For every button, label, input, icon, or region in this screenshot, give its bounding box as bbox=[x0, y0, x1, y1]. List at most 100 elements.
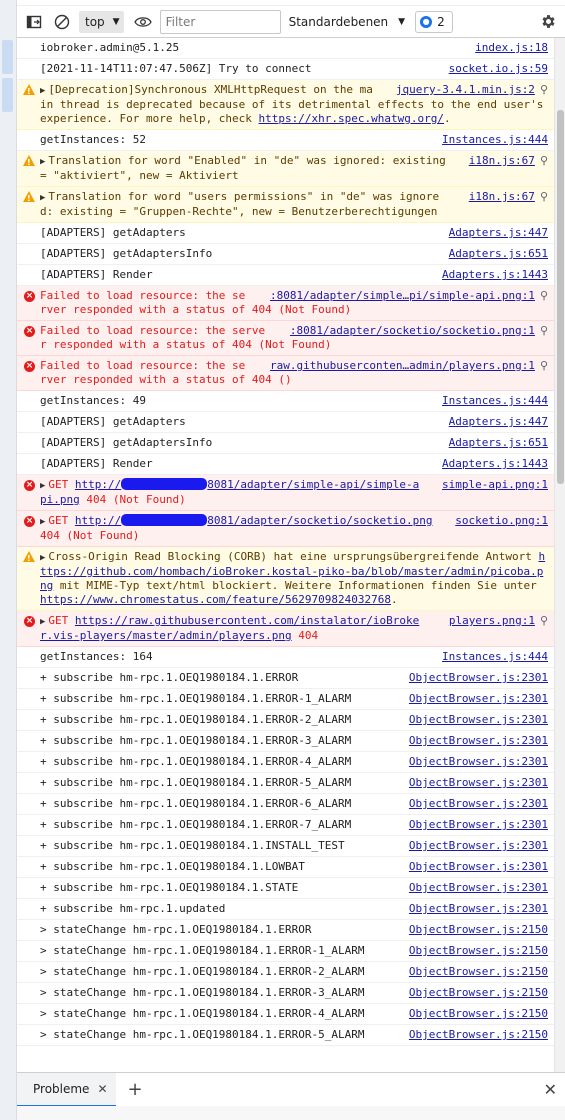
expand-arrow-icon[interactable]: ▶ bbox=[40, 157, 45, 167]
message-body: > stateChange hm-rpc.1.OEQ1980184.1.ERRO… bbox=[40, 944, 365, 957]
search-icon[interactable]: ⚲ bbox=[540, 190, 548, 204]
issues-button[interactable]: ● 2 bbox=[415, 10, 453, 33]
source-link[interactable]: ObjectBrowser.js:2150 bbox=[409, 1028, 548, 1042]
source-link[interactable]: Adapters.js:1443 bbox=[442, 457, 548, 471]
log-levels-dropdown[interactable]: Standardebenen ▼ bbox=[289, 15, 406, 29]
message-body: GET bbox=[48, 514, 75, 527]
source-link[interactable]: ObjectBrowser.js:2301 bbox=[409, 902, 548, 916]
source-link[interactable]: ObjectBrowser.js:2301 bbox=[409, 671, 548, 685]
source-link[interactable]: ObjectBrowser.js:2301 bbox=[409, 839, 548, 853]
source-link[interactable]: socket.io.js:59 bbox=[449, 62, 548, 76]
source-link[interactable]: Instances.js:444 bbox=[442, 650, 548, 664]
source-link[interactable]: ObjectBrowser.js:2301 bbox=[409, 860, 548, 874]
message-text: + subscribe hm-rpc.1.OEQ1980184.1.LOWBAT bbox=[40, 860, 305, 873]
expand-arrow-icon[interactable]: ▶ bbox=[40, 86, 45, 96]
source-link[interactable]: jquery-3.4.1.min.js:2 bbox=[396, 83, 535, 97]
search-icon[interactable]: ⚲ bbox=[540, 614, 548, 628]
message-suffix: . bbox=[443, 112, 451, 125]
source-link[interactable]: ObjectBrowser.js:2301 bbox=[409, 692, 548, 706]
expand-arrow-icon[interactable]: ▶ bbox=[40, 481, 45, 491]
search-icon[interactable]: ⚲ bbox=[540, 154, 548, 168]
source-location: simple-api.png:1 bbox=[430, 478, 548, 492]
scrollbar-thumb[interactable] bbox=[557, 110, 564, 484]
message-link[interactable]: https://xhr.spec.whatwg.org/ bbox=[259, 112, 444, 125]
search-icon[interactable]: ⚲ bbox=[540, 359, 548, 373]
source-link[interactable]: i18n.js:67 bbox=[469, 154, 535, 168]
message-body: + subscribe hm-rpc.1.OEQ1980184.1.ERROR-… bbox=[40, 776, 352, 789]
expand-arrow-icon[interactable]: ▶ bbox=[40, 193, 45, 203]
expand-arrow-icon[interactable]: ▶ bbox=[40, 517, 45, 527]
search-icon[interactable]: ⚲ bbox=[540, 83, 548, 97]
message-link[interactable]: 8081/adapter/socketio/socketio.png bbox=[207, 514, 432, 527]
search-icon[interactable]: ⚲ bbox=[540, 289, 548, 303]
message-body: > stateChange hm-rpc.1.OEQ1980184.1.ERRO… bbox=[40, 1007, 365, 1020]
source-location: Instances.js:444 bbox=[430, 394, 548, 408]
source-link[interactable]: Adapters.js:651 bbox=[449, 436, 548, 450]
error-icon: × bbox=[24, 326, 35, 337]
error-icon: × bbox=[24, 616, 35, 627]
source-location: :8081/adapter/socketio/socketio.png:1 ⚲ bbox=[278, 324, 548, 338]
message-link[interactable]: https://raw.githubusercontent.com/instal… bbox=[40, 614, 419, 642]
source-link[interactable]: ObjectBrowser.js:2150 bbox=[409, 923, 548, 937]
source-link[interactable]: ObjectBrowser.js:2150 bbox=[409, 986, 548, 1000]
console-messages: index.js:18 iobroker.admin@5.1.25 socket.i… bbox=[17, 38, 554, 1072]
message-suffix: 404 (Not Found) bbox=[79, 493, 186, 506]
source-link[interactable]: Instances.js:444 bbox=[442, 394, 548, 408]
source-link[interactable]: socketio.png:1 bbox=[455, 514, 548, 528]
source-link[interactable]: ObjectBrowser.js:2301 bbox=[409, 818, 548, 832]
source-link[interactable]: ObjectBrowser.js:2301 bbox=[409, 755, 548, 769]
console-message-warn: i18n.js:67 ⚲ ▶Translation for word "Enable… bbox=[17, 151, 554, 187]
source-link[interactable]: ObjectBrowser.js:2301 bbox=[409, 734, 548, 748]
message-text: > stateChange hm-rpc.1.OEQ1980184.1.ERRO… bbox=[40, 1007, 365, 1020]
expand-arrow-icon[interactable]: ▶ bbox=[40, 617, 45, 627]
clear-console-icon[interactable] bbox=[51, 11, 73, 33]
message-body: [2021-11-14T11:07:47.506Z] Try to connec… bbox=[40, 62, 312, 75]
add-tab-icon[interactable]: + bbox=[128, 1079, 143, 1100]
source-link[interactable]: Adapters.js:447 bbox=[449, 415, 548, 429]
source-link[interactable]: ObjectBrowser.js:2301 bbox=[409, 881, 548, 895]
gear-icon[interactable] bbox=[537, 11, 559, 33]
source-link[interactable]: ObjectBrowser.js:2301 bbox=[409, 797, 548, 811]
source-location: ObjectBrowser.js:2301 bbox=[397, 692, 548, 706]
filter-input[interactable] bbox=[159, 9, 281, 34]
source-link[interactable]: :8081/adapter/simple…pi/simple-api.png:1 bbox=[270, 289, 535, 303]
source-link[interactable]: players.png:1 bbox=[449, 614, 535, 628]
message-body: Failed to load resource: the server resp… bbox=[40, 359, 292, 386]
message-link[interactable]: http:// bbox=[75, 514, 121, 527]
source-link[interactable]: ObjectBrowser.js:2301 bbox=[409, 776, 548, 790]
console-message-log: Adapters.js:1443 [ADAPTERS] Render bbox=[17, 454, 554, 475]
close-drawer-icon[interactable]: ✕ bbox=[544, 1080, 557, 1099]
message-text: iobroker.admin@5.1.25 bbox=[40, 41, 179, 54]
status-strip bbox=[17, 1106, 565, 1120]
close-tab-icon[interactable]: ✕ bbox=[97, 1082, 107, 1096]
source-link[interactable]: raw.githubuserconten…admin/players.png:1 bbox=[270, 359, 535, 373]
source-link[interactable]: Instances.js:444 bbox=[442, 133, 548, 147]
message-body: getInstances: 49 bbox=[40, 394, 146, 407]
context-selector[interactable]: top ▼ bbox=[79, 10, 124, 33]
search-icon[interactable]: ⚲ bbox=[540, 324, 548, 338]
message-text: + subscribe hm-rpc.1.OEQ1980184.1.ERROR-… bbox=[40, 755, 351, 768]
source-link[interactable]: ObjectBrowser.js:2150 bbox=[409, 965, 548, 979]
expand-arrow-icon[interactable]: ▶ bbox=[40, 553, 45, 563]
message-link[interactable]: http:// bbox=[75, 478, 121, 491]
message-body: + subscribe hm-rpc.1.updated bbox=[40, 902, 226, 915]
console-scrollbar[interactable] bbox=[554, 38, 565, 1072]
message-link[interactable]: https://www.chromestatus.com/feature/562… bbox=[40, 593, 391, 606]
message-text: > stateChange hm-rpc.1.OEQ1980184.1.ERRO… bbox=[40, 965, 365, 978]
tab-probleme[interactable]: Probleme ✕ bbox=[17, 1072, 116, 1107]
source-link[interactable]: Adapters.js:447 bbox=[449, 226, 548, 240]
source-link[interactable]: Adapters.js:651 bbox=[449, 247, 548, 261]
warning-icon bbox=[23, 84, 35, 99]
source-link[interactable]: simple-api.png:1 bbox=[442, 478, 548, 492]
eye-icon[interactable] bbox=[132, 11, 154, 33]
source-link[interactable]: index.js:18 bbox=[475, 41, 548, 55]
sidebar-toggle-icon[interactable] bbox=[23, 11, 45, 33]
message-body: + subscribe hm-rpc.1.OEQ1980184.1.ERROR-… bbox=[40, 818, 352, 831]
source-link[interactable]: i18n.js:67 bbox=[469, 190, 535, 204]
source-link[interactable]: :8081/adapter/socketio/socketio.png:1 bbox=[290, 324, 535, 338]
drawer-tabbar: Probleme ✕ + ✕ bbox=[17, 1072, 565, 1107]
source-link[interactable]: Adapters.js:1443 bbox=[442, 268, 548, 282]
source-link[interactable]: ObjectBrowser.js:2301 bbox=[409, 713, 548, 727]
source-link[interactable]: ObjectBrowser.js:2150 bbox=[409, 1007, 548, 1021]
source-link[interactable]: ObjectBrowser.js:2150 bbox=[409, 944, 548, 958]
